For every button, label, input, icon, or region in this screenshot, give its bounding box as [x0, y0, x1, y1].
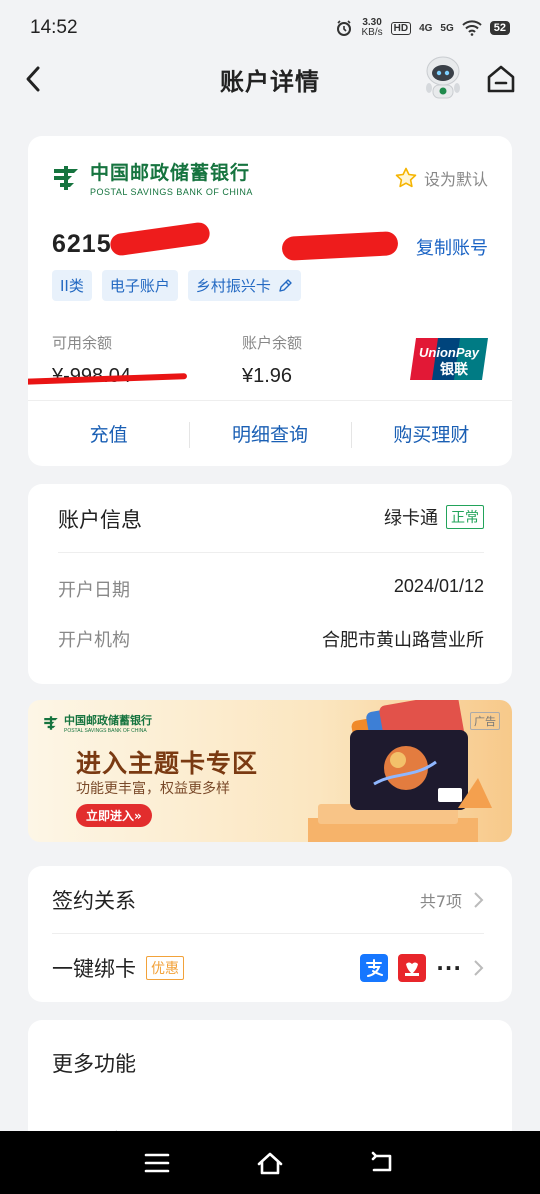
buy-wealth-button[interactable]: 购买理财 — [350, 420, 512, 448]
theme-card-banner[interactable]: 中国邮政储蓄银行 POSTAL SAVINGS BANK OF CHINA 广告… — [28, 700, 512, 842]
net-speed: 3.30 KB/s — [361, 17, 383, 38]
status-badge: 正常 — [446, 505, 484, 529]
banner-bank-logo: 中国邮政储蓄银行 POSTAL SAVINGS BANK OF CHINA — [42, 712, 152, 734]
jd-pay-icon — [398, 954, 427, 982]
psbc-logo-icon — [54, 165, 78, 190]
signal-5g-icon: 5G — [440, 22, 454, 34]
status-bar: 14:52 3.30 KB/s HD 4G 5G 52 — [0, 0, 540, 56]
more-dots-icon: ··· — [436, 956, 462, 980]
tag-e-account: 电子账户 — [101, 270, 178, 301]
theme-cards-illustration — [308, 700, 492, 842]
alipay-icon — [360, 954, 389, 982]
open-date-row: 开户日期 2024/01/12 — [58, 576, 484, 602]
svg-text:银联: 银联 — [440, 361, 469, 378]
available-balance-label: 可用余额 — [52, 334, 113, 352]
menu-icon[interactable] — [142, 1148, 172, 1178]
open-date-label: 开户日期 — [58, 580, 130, 601]
divider — [58, 552, 484, 553]
recharge-button[interactable]: 充值 — [28, 420, 189, 447]
open-branch-row: 开户机构 合肥市黄山路营业所 — [58, 626, 484, 652]
more-functions-title: 更多功能 — [52, 1052, 136, 1076]
mascot-icon[interactable] — [418, 52, 468, 104]
signal-4g-icon: 4G — [419, 22, 433, 34]
bank-name-cn: 中国邮政储蓄银行 — [90, 162, 251, 184]
open-branch-value: 合肥市黄山路营业所 — [322, 630, 484, 650]
banner-subtitle: 功能更丰富，权益更多样 — [76, 781, 230, 797]
set-default-button[interactable]: 设为默认 — [394, 166, 488, 190]
star-icon — [395, 167, 417, 188]
account-info-title: 账户信息 — [58, 508, 142, 532]
home-icon[interactable] — [484, 62, 518, 96]
status-icons: 3.30 KB/s HD 4G 5G 52 — [335, 18, 510, 38]
enter-now-button[interactable]: 立即进入» — [76, 804, 152, 827]
tag-rural-card[interactable]: 乡村振兴卡 — [187, 270, 301, 301]
nav-bar: 账户详情 — [0, 56, 540, 102]
unionpay-logo-icon: UnionPay 银联 — [410, 338, 488, 380]
card-type-name: 绿卡通 — [384, 508, 438, 529]
redaction-mark — [281, 230, 399, 262]
psbc-logo-icon — [44, 716, 58, 730]
chevron-right-icon — [474, 960, 484, 976]
contract-row[interactable]: 签约关系 共7项 — [52, 866, 484, 934]
svg-text:UnionPay: UnionPay — [419, 345, 480, 360]
home-nav-icon[interactable] — [255, 1148, 285, 1178]
system-nav-bar — [0, 1131, 540, 1194]
bank-name-en: POSTAL SAVINGS BANK OF CHINA — [90, 187, 253, 197]
contract-count: 共7项 — [419, 891, 462, 911]
account-card: 中国邮政储蓄银行 POSTAL SAVINGS BANK OF CHINA 设为… — [28, 136, 512, 466]
alarm-icon — [337, 20, 352, 36]
account-actions: 充值 明细查询 购买理财 — [28, 400, 512, 466]
bind-card-row[interactable]: 一键绑卡 优惠 ··· — [52, 934, 484, 1002]
chevron-right-icon — [474, 891, 484, 908]
open-date-value: 2024/01/12 — [393, 576, 484, 596]
banner-title: 进入主题卡专区 — [76, 749, 259, 778]
account-info-card: 账户信息 绿卡通 正常 开户日期 2024/01/12 开户机构 合肥市黄山路营… — [28, 484, 512, 684]
hd-icon: HD — [390, 21, 412, 35]
card-tags: II类 电子账户 乡村振兴卡 — [52, 270, 301, 301]
account-balance-label: 账户余额 — [242, 334, 303, 352]
status-time: 14:52 — [30, 17, 78, 38]
copy-account-button[interactable]: 复制账号 — [416, 234, 488, 260]
card-type: 绿卡通 正常 — [384, 504, 484, 530]
open-branch-label: 开户机构 — [58, 630, 130, 651]
sign-card: 签约关系 共7项 一键绑卡 优惠 ··· — [28, 866, 512, 1002]
edit-icon[interactable] — [277, 278, 293, 294]
contract-label: 签约关系 — [52, 888, 136, 913]
promo-badge: 优惠 — [146, 956, 184, 980]
tag-class: II类 — [52, 270, 92, 301]
wifi-icon — [462, 20, 482, 36]
details-query-button[interactable]: 明细查询 — [189, 420, 350, 448]
bank-logo: 中国邮政储蓄银行 POSTAL SAVINGS BANK OF CHINA — [50, 158, 253, 197]
battery-icon: 52 — [489, 21, 510, 35]
account-balance: 账户余额 ¥1.96 — [242, 332, 302, 388]
bind-card-label: 一键绑卡 — [52, 957, 136, 981]
back-nav-icon[interactable] — [368, 1148, 398, 1178]
account-balance-value: ¥1.96 — [242, 365, 293, 387]
